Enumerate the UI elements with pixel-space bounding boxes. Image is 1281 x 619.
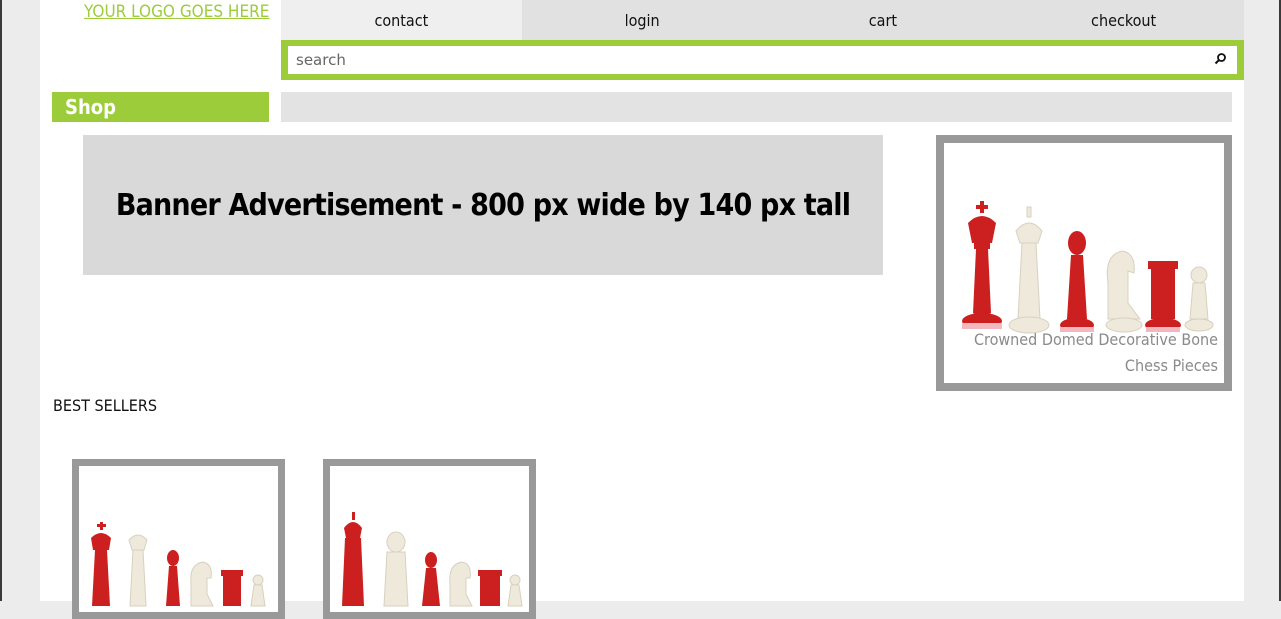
search-field-wrapper xyxy=(288,46,1237,74)
best-sellers-heading: BEST SELLERS xyxy=(53,396,157,415)
breadcrumb-bar xyxy=(281,92,1232,122)
best-seller-product-2[interactable] xyxy=(323,459,536,619)
banner-ad[interactable]: Banner Advertisement - 800 px wide by 14… xyxy=(83,135,883,275)
top-nav: contact login cart checkout xyxy=(281,0,1244,40)
featured-product[interactable]: Crowned Domed Decorative Bone Chess Piec… xyxy=(936,135,1232,391)
shop-tab[interactable]: Shop xyxy=(52,92,269,122)
best-seller-image-1 xyxy=(91,522,266,607)
page: YOUR LOGO GOES HERE contact login cart c… xyxy=(40,0,1244,619)
featured-caption-line-2: Chess Pieces xyxy=(1124,356,1218,375)
best-seller-image-2 xyxy=(342,512,523,607)
nav-login[interactable]: login xyxy=(521,0,763,40)
featured-caption-line-1: Crowned Domed Decorative Bone xyxy=(973,330,1218,349)
featured-product-caption: Crowned Domed Decorative Bone Chess Piec… xyxy=(948,327,1218,379)
search-bar xyxy=(281,40,1244,80)
nav-cart[interactable]: cart xyxy=(762,0,1004,40)
window-edge-left xyxy=(0,0,2,601)
nav-checkout[interactable]: checkout xyxy=(1003,0,1244,40)
banner-text: Banner Advertisement - 800 px wide by 14… xyxy=(115,187,851,223)
search-input[interactable] xyxy=(288,46,1162,74)
best-seller-product-1[interactable] xyxy=(72,459,285,619)
search-icon[interactable] xyxy=(1213,52,1227,66)
nav-contact[interactable]: contact xyxy=(281,0,522,40)
logo-link[interactable]: YOUR LOGO GOES HERE xyxy=(84,2,269,22)
